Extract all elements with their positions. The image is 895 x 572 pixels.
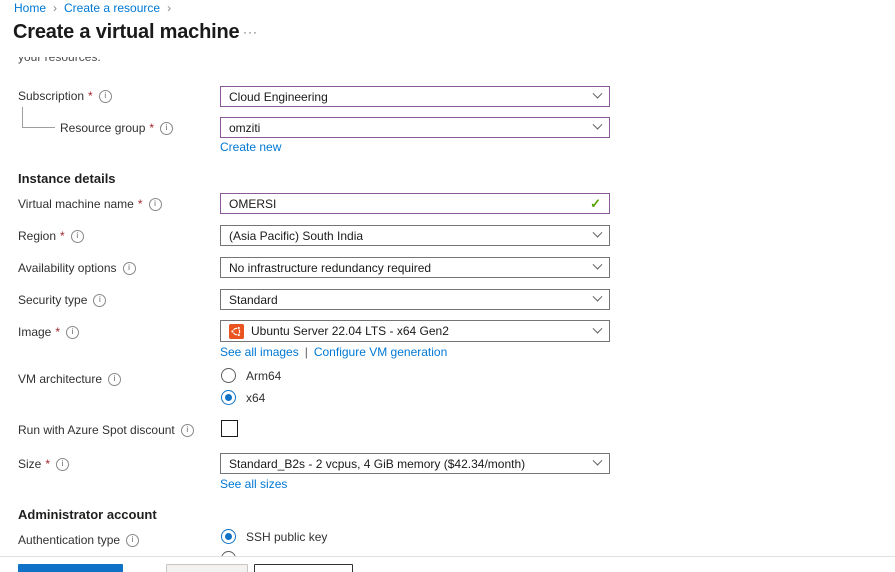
info-icon[interactable]: i (93, 294, 106, 307)
breadcrumb-item-home[interactable]: Home (14, 1, 46, 15)
required-asterisk: * (55, 325, 60, 339)
footer-bar (0, 556, 895, 572)
more-menu-icon[interactable]: ··· (243, 25, 258, 39)
info-icon[interactable]: i (99, 90, 112, 103)
availability-options-dropdown[interactable]: No infrastructure redundancy required (220, 257, 610, 278)
info-icon[interactable]: i (66, 326, 79, 339)
subscription-value: Cloud Engineering (229, 90, 328, 104)
chevron-down-icon (593, 228, 603, 238)
size-dropdown[interactable]: Standard_B2s - 2 vcpus, 4 GiB memory ($4… (220, 453, 610, 474)
create-vm-page: Home › Create a resource › Create a virt… (0, 0, 895, 572)
image-dropdown[interactable]: Ubuntu Server 22.04 LTS - x64 Gen2 (220, 320, 610, 342)
chevron-down-icon (593, 260, 603, 270)
configure-vm-generation-link[interactable]: Configure VM generation (314, 345, 447, 359)
link-separator: | (305, 345, 308, 359)
security-type-label: Security type i (18, 293, 106, 307)
image-value: Ubuntu Server 22.04 LTS - x64 Gen2 (251, 324, 449, 338)
info-icon[interactable]: i (108, 373, 121, 386)
image-label: Image * i (18, 325, 79, 339)
region-value: (Asia Pacific) South India (229, 229, 363, 243)
availability-options-label: Availability options i (18, 261, 136, 275)
radio-unselected-icon (221, 368, 236, 383)
security-type-value: Standard (229, 293, 278, 307)
region-dropdown[interactable]: (Asia Pacific) South India (220, 225, 610, 246)
create-new-link[interactable]: Create new (220, 140, 281, 154)
info-icon[interactable]: i (123, 262, 136, 275)
vm-arch-option-arm64[interactable]: Arm64 (221, 368, 281, 383)
size-label: Size * i (18, 457, 69, 471)
breadcrumb: Home › Create a resource › (14, 1, 171, 15)
vm-name-input[interactable]: OMERSI ✓ (220, 193, 610, 214)
size-value: Standard_B2s - 2 vcpus, 4 GiB memory ($4… (229, 457, 525, 471)
required-asterisk: * (138, 197, 143, 211)
info-icon[interactable]: i (149, 198, 162, 211)
security-type-dropdown[interactable]: Standard (220, 289, 610, 310)
info-icon[interactable]: i (71, 230, 84, 243)
vm-name-value: OMERSI (229, 197, 276, 211)
chevron-down-icon (593, 120, 603, 130)
checkmark-icon: ✓ (590, 196, 601, 212)
administrator-account-heading: Administrator account (18, 507, 157, 522)
subscription-dropdown[interactable]: Cloud Engineering (220, 86, 610, 107)
vm-name-label: Virtual machine name * i (18, 197, 162, 211)
see-all-images-link[interactable]: See all images (220, 345, 299, 359)
see-all-sizes-link[interactable]: See all sizes (220, 477, 287, 491)
create-new-row: Create new (220, 140, 281, 154)
resource-group-connector (22, 107, 55, 128)
auth-type-option-ssh[interactable]: SSH public key (221, 529, 327, 544)
required-asterisk: * (149, 121, 154, 135)
image-links: See all images | Configure VM generation (220, 345, 447, 359)
breadcrumb-item-create-a-resource[interactable]: Create a resource (64, 1, 160, 15)
chevron-down-icon (593, 323, 603, 333)
info-icon[interactable]: i (56, 458, 69, 471)
page-title: Create a virtual machine (13, 21, 239, 44)
footer-previous-button[interactable] (166, 564, 248, 572)
instance-details-heading: Instance details (18, 171, 116, 186)
region-label: Region * i (18, 229, 84, 243)
resource-group-dropdown[interactable]: omziti (220, 117, 610, 138)
required-asterisk: * (88, 89, 93, 103)
availability-options-value: No infrastructure redundancy required (229, 261, 431, 275)
vm-arch-option-x64[interactable]: x64 (221, 390, 265, 405)
info-icon[interactable]: i (160, 122, 173, 135)
breadcrumb-separator-icon: › (167, 1, 171, 15)
required-asterisk: * (45, 457, 50, 471)
subscription-label: Subscription * i (18, 89, 112, 103)
spot-discount-label: Run with Azure Spot discount i (18, 423, 194, 437)
info-icon[interactable]: i (181, 424, 194, 437)
radio-selected-icon (221, 529, 236, 544)
footer-primary-button[interactable] (18, 564, 123, 572)
radio-selected-icon (221, 390, 236, 405)
spot-discount-checkbox[interactable] (221, 420, 238, 437)
breadcrumb-separator-icon: › (53, 1, 57, 15)
resource-group-label: Resource group * i (60, 121, 173, 135)
authentication-type-label: Authentication type i (18, 533, 139, 547)
clipped-help-text: your resources. (18, 57, 278, 66)
footer-next-button[interactable] (254, 564, 353, 572)
resource-group-value: omziti (229, 121, 260, 135)
chevron-down-icon (593, 456, 603, 466)
size-links: See all sizes (220, 477, 287, 491)
vm-architecture-label: VM architecture i (18, 372, 121, 386)
ubuntu-logo-icon (229, 324, 244, 339)
chevron-down-icon (593, 89, 603, 99)
info-icon[interactable]: i (126, 534, 139, 547)
chevron-down-icon (593, 292, 603, 302)
required-asterisk: * (60, 229, 65, 243)
